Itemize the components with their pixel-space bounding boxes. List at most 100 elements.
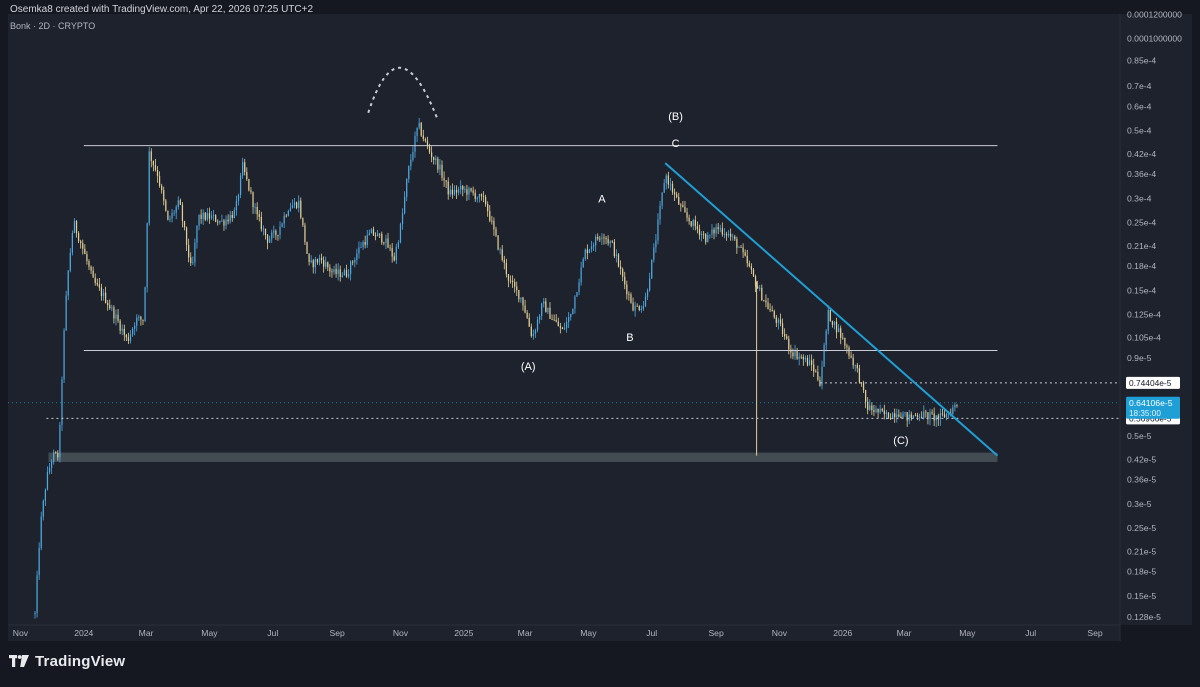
candle-body [312, 260, 314, 268]
candle-body [626, 284, 628, 295]
wave-label[interactable]: A [598, 193, 606, 205]
candle-body [688, 217, 690, 222]
candle-body [518, 289, 520, 300]
candle-body [462, 186, 464, 190]
candle-body [480, 194, 483, 197]
candle-body [738, 247, 740, 249]
candle-body [414, 135, 416, 152]
candle-body [148, 151, 150, 224]
wave-label[interactable]: (A) [521, 361, 536, 373]
candle [420, 121, 422, 137]
symbol-legend[interactable]: Bonk · 2D · CRYPTO [10, 21, 95, 31]
candle-body [150, 151, 152, 162]
wave-label[interactable]: C [672, 138, 680, 150]
y-tick-label: 0.18e-4 [1127, 261, 1156, 271]
candle-body [541, 303, 543, 317]
candle-body [98, 284, 100, 288]
candle-body [430, 152, 433, 158]
candle-body [167, 210, 169, 220]
candle-body [545, 301, 547, 313]
y-tick-label: 0.5e-5 [1127, 431, 1152, 441]
candle-body [690, 221, 692, 226]
candle-body [925, 411, 927, 413]
wave-label[interactable]: B [626, 332, 633, 344]
candle-body [869, 405, 871, 410]
candle-body [655, 240, 657, 248]
candle-body [885, 412, 888, 415]
support-zone[interactable] [48, 452, 998, 462]
candle-body [511, 280, 514, 282]
candle-body [370, 229, 373, 234]
candle-body [889, 418, 892, 420]
wave-label[interactable]: (B) [668, 111, 683, 123]
candle-body [954, 404, 956, 408]
candle-body [838, 328, 840, 333]
candle-body [331, 271, 333, 273]
candle-body [102, 292, 105, 297]
wave-label[interactable]: (C) [893, 435, 908, 447]
candle-body [775, 317, 777, 323]
candle-body [142, 319, 144, 321]
candle-body [862, 382, 865, 391]
candle-body [113, 307, 115, 319]
candle-body [939, 413, 942, 420]
candle-body [547, 307, 549, 313]
candle-body [44, 489, 47, 501]
candle-body [343, 270, 346, 276]
candle-body [470, 188, 472, 191]
x-tick-label: May [959, 628, 976, 638]
candle-body [590, 246, 593, 250]
candle-body [169, 218, 171, 220]
candle-body [460, 186, 462, 190]
candle-body [864, 390, 867, 402]
candle-body [696, 226, 699, 229]
candle-body [117, 314, 119, 321]
candle-body [50, 461, 53, 468]
candle-body [163, 190, 165, 201]
candle-body [530, 326, 532, 336]
candle-body [107, 302, 109, 306]
candle-body [42, 500, 44, 517]
candle-body [264, 228, 267, 235]
candle [248, 178, 250, 192]
candle-body [254, 206, 256, 208]
candle-body [395, 246, 397, 261]
x-tick-label: May [580, 628, 597, 638]
candle-body [457, 189, 460, 193]
candle-body [134, 325, 136, 329]
candle [304, 222, 306, 245]
candle-body [109, 305, 111, 309]
candle-body [185, 227, 188, 245]
candle-body [850, 355, 852, 358]
candle-body [302, 217, 304, 226]
candle-body [433, 157, 435, 160]
candle-body [559, 326, 561, 328]
candle-body [952, 407, 954, 415]
candle-body [119, 320, 121, 331]
candle-body [404, 196, 406, 214]
candle-body [121, 328, 123, 331]
candle-body [586, 249, 588, 254]
candle-body [468, 188, 470, 195]
candle-body [364, 241, 366, 245]
candle-body [856, 365, 858, 369]
brand-logo[interactable]: TradingView [9, 653, 125, 670]
candle-body [420, 122, 422, 136]
candle-body [840, 328, 842, 338]
candle-body [763, 300, 765, 302]
candle-body [802, 356, 804, 360]
candle-body [904, 412, 906, 414]
y-tick-label: 0.128e-5 [1127, 612, 1161, 622]
y-tick-label: 0.6e-4 [1127, 101, 1152, 111]
candle-body [179, 200, 181, 205]
candle-body [794, 350, 796, 357]
x-tick-label: Mar [897, 628, 912, 638]
y-tick-label: 0.125e-4 [1127, 310, 1161, 320]
candle-body [53, 452, 55, 462]
candle-body [871, 405, 873, 411]
candle-body [777, 319, 780, 323]
candle-body [854, 365, 856, 366]
candle-body [217, 221, 219, 223]
candle-body [181, 204, 184, 222]
candle [306, 241, 308, 255]
